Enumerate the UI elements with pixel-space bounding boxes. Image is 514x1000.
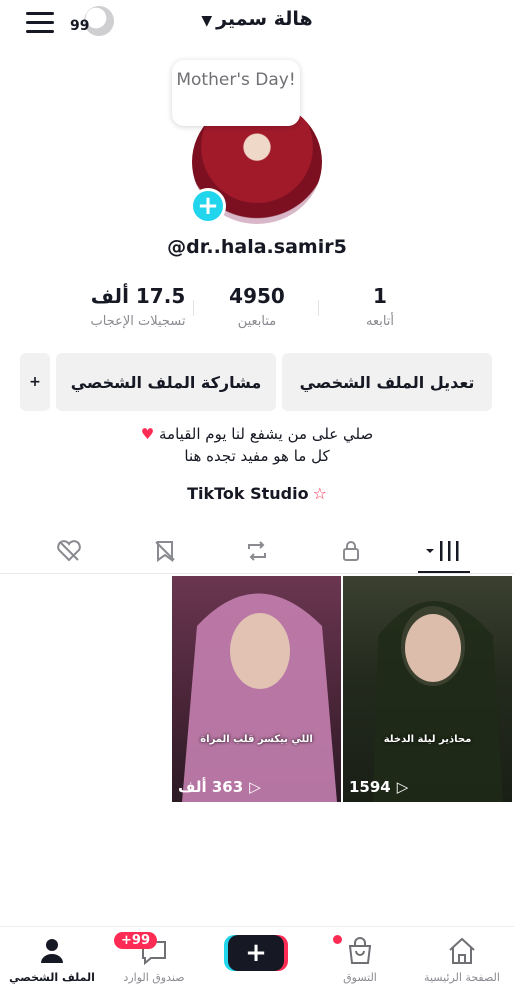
nav-home-label: الصفحة الرئيسية bbox=[424, 971, 500, 984]
following-count: 1 bbox=[373, 284, 387, 308]
hidden-bookmark-icon bbox=[155, 541, 175, 562]
inbox-badge: +99 bbox=[114, 932, 157, 949]
profile-handle: @dr..hala.samir5 bbox=[167, 236, 347, 258]
shop-notification-dot bbox=[333, 935, 342, 944]
active-tab-indicator bbox=[418, 571, 470, 573]
video-views: ▷ 363 ألف bbox=[178, 778, 261, 796]
following-label: أتابعه bbox=[365, 314, 395, 329]
nav-inbox-label: صندوق الوارد bbox=[123, 971, 185, 984]
add-friend-button[interactable]: + bbox=[20, 353, 50, 411]
bio-line-2: كل ما هو مفيد تجده هنا bbox=[184, 447, 330, 465]
nav-profile[interactable]: الملف الشخصي bbox=[2, 933, 102, 984]
content-tabs bbox=[0, 528, 514, 574]
video-thumbnail[interactable]: اللي بيكسر قلب المراة ▷ 363 ألف bbox=[172, 576, 341, 802]
account-switcher[interactable]: هالة سمير▼ bbox=[0, 8, 514, 30]
profile-stats: 17.5 ألف تسجيلات الإعجاب 4950 متابعين 1 … bbox=[0, 284, 514, 340]
nav-shop-label: التسوق bbox=[343, 971, 377, 984]
profile-person-icon bbox=[41, 939, 63, 963]
add-avatar-button[interactable]: + bbox=[190, 188, 226, 224]
shopping-bag-icon bbox=[348, 937, 372, 964]
video-caption: محاذير ليلة الدخلة bbox=[383, 734, 472, 745]
repost-icon bbox=[248, 541, 266, 561]
heart-icon: ♥ bbox=[140, 425, 155, 443]
hidden-heart-icon bbox=[57, 540, 81, 562]
note-bubble[interactable]: Mother's Day! bbox=[172, 60, 300, 126]
nav-profile-label: الملف الشخصي bbox=[9, 971, 95, 984]
lock-icon bbox=[343, 541, 359, 561]
tab-reposts[interactable] bbox=[232, 532, 282, 570]
play-icon: ▷ bbox=[396, 778, 409, 796]
tab-private[interactable] bbox=[326, 532, 376, 570]
tiktok-studio-link[interactable]: TikTok Studio ☆ bbox=[0, 484, 514, 503]
tab-liked-hidden[interactable] bbox=[44, 532, 94, 570]
studio-label: TikTok Studio bbox=[187, 484, 309, 503]
video-thumbnail[interactable]: محاذير ليلة الدخلة ▷ 1594 bbox=[343, 576, 512, 802]
add-friend-icon: + bbox=[29, 374, 41, 390]
stat-following[interactable]: 1 أتابعه bbox=[310, 284, 450, 329]
video-grid-icon bbox=[426, 541, 459, 561]
stat-followers[interactable]: 4950 متابعين bbox=[187, 284, 327, 329]
home-icon bbox=[449, 937, 475, 964]
plus-icon: + bbox=[245, 938, 267, 968]
top-bar: 99 هالة سمير▼ bbox=[0, 0, 514, 48]
edit-profile-button[interactable]: تعديل الملف الشخصي bbox=[282, 353, 492, 411]
video-figure-icon bbox=[373, 601, 503, 802]
video-views: ▷ 1594 bbox=[349, 778, 409, 796]
create-button[interactable]: + bbox=[228, 935, 284, 971]
share-profile-button[interactable]: مشاركة الملف الشخصي bbox=[56, 353, 276, 411]
play-icon: ▷ bbox=[249, 778, 261, 796]
tab-favorites-hidden[interactable] bbox=[140, 532, 190, 570]
bottom-navigation: الصفحة الرئيسية التسوق + صندوق الوارد +9… bbox=[0, 926, 514, 1000]
profile-bio: صلي على من يشفع لنا يوم القيامة ♥ كل ما … bbox=[0, 423, 514, 467]
bio-line-1: صلي على من يشفع لنا يوم القيامة ♥ bbox=[140, 425, 374, 443]
followers-label: متابعين bbox=[237, 314, 277, 329]
nav-home[interactable]: الصفحة الرئيسية bbox=[412, 933, 512, 984]
video-caption: اللي بيكسر قلب المراة bbox=[200, 734, 313, 745]
followers-count: 4950 bbox=[229, 284, 285, 308]
video-figure-icon bbox=[182, 593, 337, 802]
tab-videos[interactable] bbox=[418, 532, 468, 570]
creator-star-icon: ☆ bbox=[312, 484, 327, 503]
chevron-down-icon: ▼ bbox=[201, 13, 213, 29]
nav-shop[interactable]: التسوق bbox=[310, 933, 410, 984]
username-title: هالة سمير bbox=[216, 8, 313, 30]
